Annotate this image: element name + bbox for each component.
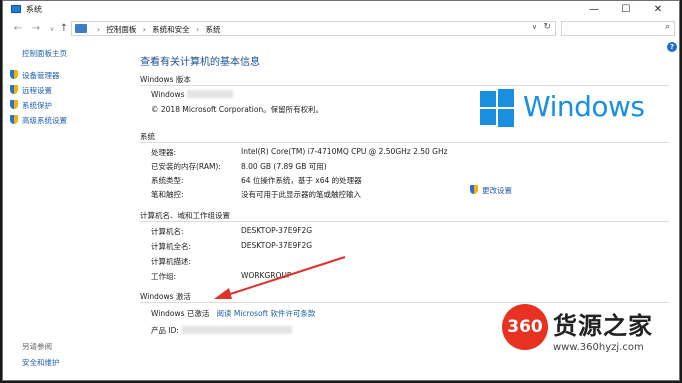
copyright-text: © 2018 Microsoft Corporation。保留所有权利。 bbox=[151, 105, 324, 114]
ram-value: 8.00 GB (7.89 GB 可用) bbox=[241, 162, 327, 171]
watermark: 360 货源之家 www.360hyzj.com bbox=[500, 304, 680, 358]
shield-icon bbox=[10, 70, 18, 79]
forward-arrow-icon[interactable]: → bbox=[30, 22, 42, 36]
product-id: 产品 ID: bbox=[151, 325, 292, 336]
watermark-text: 货源之家 bbox=[553, 312, 653, 340]
address-bar[interactable]: › 控制面板 › 系统和安全 › 系统 ∨ ↻ bbox=[71, 21, 556, 36]
system-protection-link[interactable]: 系统保护 bbox=[10, 100, 52, 112]
computer-name-section-title: 计算机名、域和工作组设置 bbox=[140, 211, 230, 220]
workgroup-label: 工作组: bbox=[151, 272, 177, 281]
windows-logo-text: Windows bbox=[523, 90, 645, 123]
see-also-heading: 另请参阅 bbox=[22, 342, 52, 351]
refresh-icon[interactable]: ↻ bbox=[543, 22, 551, 32]
page-title: 查看有关计算机的基本信息 bbox=[140, 57, 260, 68]
device-manager-link[interactable]: 设备管理器 bbox=[10, 70, 60, 82]
logo-tile bbox=[480, 109, 496, 125]
full-name-value: DESKTOP-37E9F2G bbox=[241, 241, 313, 250]
navigation-bar: ← → ∨ ↑ › 控制面板 › 系统和安全 › 系统 ∨ ↻ ⌕ bbox=[3, 18, 679, 40]
edition-name: Windows bbox=[151, 90, 234, 99]
minimize-button[interactable]: — bbox=[579, 1, 609, 18]
redacted-edition bbox=[187, 90, 234, 98]
search-input[interactable]: ⌕ bbox=[561, 21, 675, 36]
breadcrumb-separator: › bbox=[142, 25, 146, 34]
change-settings-link[interactable]: 更改设置 bbox=[470, 185, 512, 196]
divider bbox=[140, 221, 669, 222]
recent-locations-icon[interactable]: ∨ bbox=[46, 22, 58, 36]
divider bbox=[140, 142, 669, 143]
ram-label: 已安装的内存(RAM): bbox=[151, 162, 221, 171]
activation-section-title: Windows 激活 bbox=[140, 292, 191, 301]
full-name-label: 计算机全名: bbox=[151, 242, 192, 251]
description-label: 计算机描述: bbox=[151, 257, 192, 266]
shield-icon bbox=[10, 100, 18, 109]
computer-name-value: DESKTOP-37E9F2G bbox=[241, 226, 313, 235]
watermark-url: www.360hyzj.com bbox=[553, 342, 644, 353]
logo-tile bbox=[498, 109, 514, 127]
system-icon bbox=[11, 5, 21, 13]
computer-name-label: 计算机名: bbox=[151, 227, 184, 236]
advanced-system-settings-link[interactable]: 高级系统设置 bbox=[10, 115, 67, 127]
breadcrumb-system-security[interactable]: 系统和安全 bbox=[152, 25, 190, 34]
license-terms-link[interactable]: 阅读 Microsoft 软件许可条款 bbox=[217, 309, 316, 318]
breadcrumb-control-panel[interactable]: 控制面板 bbox=[106, 25, 136, 34]
control-panel-icon bbox=[75, 24, 87, 33]
breadcrumb-separator: › bbox=[97, 25, 100, 34]
processor-label: 处理器: bbox=[151, 148, 177, 157]
control-panel-home-link[interactable]: 控制面板主页 bbox=[22, 48, 67, 59]
pen-touch-value: 没有可用于此显示器的笔或触控输入 bbox=[241, 190, 361, 199]
shield-icon bbox=[470, 185, 478, 194]
shield-icon bbox=[10, 85, 18, 94]
edition-section-title: Windows 版本 bbox=[140, 75, 191, 84]
shield-icon bbox=[10, 115, 18, 124]
window-title: 系统 bbox=[26, 5, 42, 14]
pen-touch-label: 笔和触控: bbox=[151, 190, 184, 199]
breadcrumb-separator: › bbox=[196, 25, 200, 34]
remote-settings-link[interactable]: 远程设置 bbox=[10, 85, 52, 97]
title-bar: 系统 — ☐ ✕ bbox=[3, 1, 679, 18]
back-arrow-icon[interactable]: ← bbox=[12, 22, 24, 36]
system-type-value: 64 位操作系统，基于 x64 的处理器 bbox=[241, 176, 362, 185]
windows-logo: Windows bbox=[477, 89, 667, 127]
breadcrumb: › 控制面板 › 系统和安全 › 系统 bbox=[93, 24, 220, 35]
up-arrow-icon[interactable]: ↑ bbox=[58, 22, 70, 36]
logo-tile bbox=[480, 91, 496, 107]
left-pane: 控制面板主页 设备管理器 远程设置 系统保护 高级系统设置 另请参阅 安全和维护 bbox=[3, 40, 128, 380]
address-dropdown-icon[interactable]: ∨ bbox=[532, 23, 537, 31]
activation-status: Windows 已激活 阅读 Microsoft 软件许可条款 bbox=[151, 309, 316, 318]
divider bbox=[140, 302, 669, 303]
divider bbox=[140, 85, 669, 86]
redacted-product-id bbox=[181, 326, 292, 334]
security-maintenance-link[interactable]: 安全和维护 bbox=[22, 357, 60, 368]
watermark-badge: 360 bbox=[502, 304, 548, 350]
system-type-label: 系统类型: bbox=[151, 176, 184, 185]
logo-tile bbox=[498, 89, 514, 107]
maximize-button[interactable]: ☐ bbox=[611, 1, 641, 18]
system-section-title: 系统 bbox=[140, 132, 155, 141]
workgroup-value: WORKGROUP bbox=[241, 271, 292, 280]
processor-value: Intel(R) Core(TM) i7-4710MQ CPU @ 2.50GH… bbox=[241, 147, 448, 156]
close-button[interactable]: ✕ bbox=[643, 1, 673, 18]
breadcrumb-system[interactable]: 系统 bbox=[205, 25, 220, 34]
search-icon: ⌕ bbox=[664, 22, 670, 32]
